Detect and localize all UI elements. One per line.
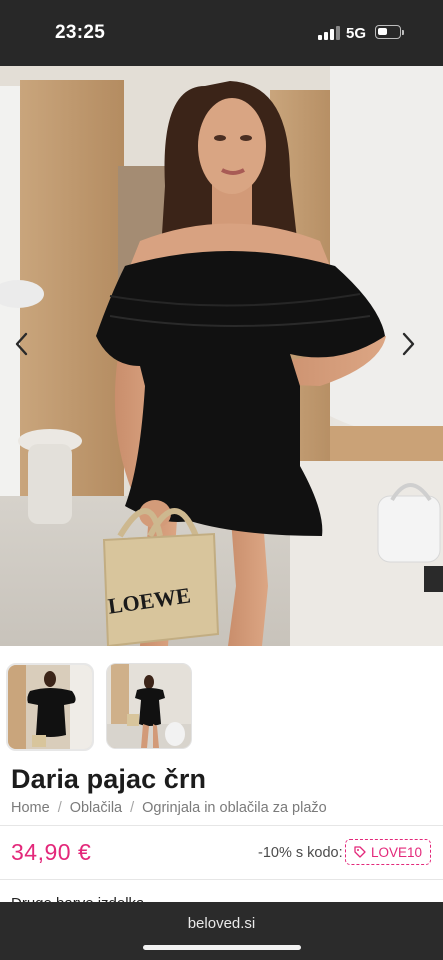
- product-photo: LOEWE: [0, 66, 443, 646]
- battery-icon: [375, 25, 401, 39]
- breadcrumb: Home / Oblačila / Ogrinjala in oblačila za p…: [11, 800, 327, 816]
- product-price: 34,90 €: [11, 839, 92, 865]
- breadcrumb-separator: /: [57, 800, 62, 816]
- previous-image-button[interactable]: [14, 332, 40, 362]
- breadcrumb-separator: /: [130, 800, 135, 816]
- url-label[interactable]: beloved.si: [0, 915, 443, 932]
- status-time: 23:25: [55, 22, 106, 43]
- product-title: Daria pajac črn: [11, 764, 207, 794]
- divider: [0, 825, 443, 826]
- next-image-button[interactable]: [402, 332, 428, 362]
- network-label: 5G: [346, 25, 367, 42]
- coupon-code: LOVE10: [370, 844, 423, 860]
- discount-text: -10% s kodo:: [258, 845, 343, 861]
- chevron-left-icon: [15, 332, 28, 356]
- home-indicator[interactable]: [143, 945, 301, 950]
- thumbnail-1-image: [8, 665, 92, 749]
- breadcrumb-home[interactable]: Home: [11, 800, 50, 816]
- signal-bars-icon: [318, 26, 340, 40]
- breadcrumb-clothing[interactable]: Oblačila: [70, 800, 122, 816]
- browser-address-bar: beloved.si: [0, 902, 443, 960]
- coupon-code-badge[interactable]: LOVE10: [345, 839, 431, 865]
- breadcrumb-beachwear[interactable]: Ogrinjala in oblačila za plažo: [142, 800, 327, 816]
- status-bar: 23:25 5G: [0, 0, 443, 66]
- thumbnail-2[interactable]: [106, 663, 192, 749]
- battery-level: [378, 28, 387, 35]
- thumbnail-1[interactable]: [6, 663, 94, 751]
- thumbnail-2-image: [107, 664, 191, 748]
- divider: [0, 879, 443, 880]
- product-main-image[interactable]: LOEWE: [0, 66, 443, 646]
- battery-nub: [402, 30, 404, 35]
- tag-icon: [354, 846, 366, 858]
- chevron-right-icon: [402, 332, 415, 356]
